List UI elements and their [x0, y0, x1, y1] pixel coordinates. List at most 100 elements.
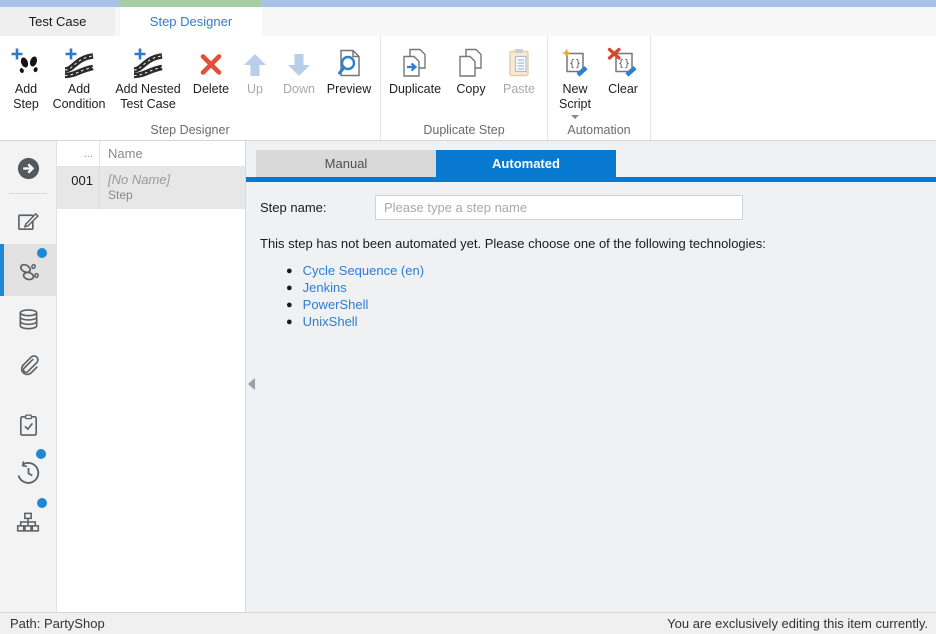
column-header-number[interactable]: ... — [57, 141, 100, 166]
step-row[interactable]: 001 [No Name] Step — [57, 167, 245, 209]
step-name-label: Step name: — [260, 200, 375, 215]
delete-button[interactable]: Delete — [189, 43, 233, 97]
clear-script-button[interactable]: {} Clear — [601, 43, 645, 97]
history-notification-dot — [36, 449, 46, 459]
ribbon-group-automation: {} New Script {} — [548, 36, 651, 140]
copy-button[interactable]: Copy — [448, 43, 494, 97]
link-powershell[interactable]: PowerShell — [303, 297, 369, 312]
add-condition-button[interactable]: Add Condition — [51, 43, 107, 113]
up-label: Up — [247, 82, 263, 97]
ribbon-group-label-step-designer: Step Designer — [0, 123, 380, 137]
delete-icon — [196, 43, 226, 79]
ribbon-group-label-duplicate-step: Duplicate Step — [381, 123, 547, 137]
down-label: Down — [283, 82, 315, 97]
document-tab-bar: Test Case Step Designer — [0, 0, 936, 36]
tab-manual[interactable]: Manual — [256, 150, 436, 177]
collapse-panel-handle[interactable] — [248, 378, 255, 390]
rail-item-attachments[interactable] — [0, 342, 56, 388]
preview-icon — [333, 43, 365, 79]
test-data-icon — [16, 307, 41, 332]
hierarchy-icon — [15, 510, 41, 536]
ribbon-group-step-designer: Add Step Add Condition — [0, 36, 381, 140]
duplicate-label: Duplicate — [389, 82, 441, 97]
delete-label: Delete — [193, 82, 229, 97]
technology-list: ● Cycle Sequence (en) ● Jenkins ● PowerS… — [286, 262, 936, 330]
rail-item-history[interactable] — [0, 448, 56, 498]
copy-label: Copy — [456, 82, 485, 97]
detail-tab-bar: Manual Automated — [246, 141, 936, 177]
paste-icon — [503, 43, 535, 79]
app-window: Test Case Step Designer Add Step — [0, 0, 936, 634]
bullet-icon: ● — [286, 265, 293, 277]
rail-item-edit[interactable] — [0, 198, 56, 244]
technology-list-item: ● Cycle Sequence (en) — [286, 262, 936, 279]
link-unixshell[interactable]: UnixShell — [303, 314, 358, 329]
step-row-number: 001 — [57, 167, 100, 209]
clear-script-icon: {} — [607, 43, 639, 79]
link-jenkins[interactable]: Jenkins — [303, 280, 347, 295]
tab-test-case[interactable]: Test Case — [0, 7, 115, 36]
technology-list-item: ● Jenkins — [286, 279, 936, 296]
duplicate-button[interactable]: Duplicate — [384, 43, 446, 97]
navigate-circle-icon — [16, 156, 41, 181]
add-step-label: Add Step — [3, 82, 49, 113]
rail-item-navigate[interactable] — [0, 147, 56, 189]
step-row-type: Step — [108, 188, 245, 202]
steps-list-panel: ... Name 001 [No Name] Step — [57, 141, 246, 612]
paste-button[interactable]: Paste — [496, 43, 542, 97]
add-step-button[interactable]: Add Step — [3, 43, 49, 113]
bullet-icon: ● — [286, 282, 293, 294]
step-name-input[interactable] — [375, 195, 743, 220]
preview-label: Preview — [327, 82, 371, 97]
column-header-name[interactable]: Name — [100, 146, 245, 161]
history-icon — [15, 460, 41, 486]
add-nested-test-case-button[interactable]: Add Nested Test Case — [109, 43, 187, 113]
down-arrow-icon — [285, 43, 313, 79]
new-script-icon: {} — [559, 43, 591, 79]
down-button[interactable]: Down — [277, 43, 321, 97]
active-tab-underline — [246, 177, 936, 182]
add-nested-test-case-icon — [131, 43, 165, 79]
tab-automated[interactable]: Automated — [436, 150, 616, 177]
automation-message: This step has not been automated yet. Pl… — [260, 236, 936, 251]
add-step-icon — [10, 43, 42, 79]
rail-item-test-data[interactable] — [0, 296, 56, 342]
steps-notification-dot — [37, 248, 47, 258]
bullet-icon: ● — [286, 299, 293, 311]
rail-separator — [9, 193, 47, 194]
svg-text:{}: {} — [569, 59, 581, 70]
link-cycle-sequence[interactable]: Cycle Sequence (en) — [303, 263, 424, 278]
add-nested-test-case-label: Add Nested Test Case — [109, 82, 187, 113]
checklist-icon — [16, 413, 41, 438]
new-script-button[interactable]: {} New Script — [551, 43, 599, 119]
active-tab-accent-bar — [120, 0, 262, 7]
copy-icon — [455, 43, 487, 79]
steps-list-header: ... Name — [57, 141, 245, 167]
add-condition-label: Add Condition — [51, 82, 107, 113]
clear-script-label: Clear — [608, 82, 638, 97]
hierarchy-notification-dot — [37, 498, 47, 508]
duplicate-icon — [399, 43, 431, 79]
up-button[interactable]: Up — [235, 43, 275, 97]
new-script-dropdown-caret[interactable] — [571, 115, 579, 119]
bullet-icon: ● — [286, 316, 293, 328]
ribbon-toolbar: Add Step Add Condition — [0, 36, 936, 141]
left-navigation-rail — [0, 141, 57, 612]
edit-icon — [16, 209, 41, 234]
tab-step-designer[interactable]: Step Designer — [120, 7, 262, 36]
step-detail-panel: Manual Automated Step name: This step ha… — [246, 141, 936, 612]
rail-item-checklist[interactable] — [0, 402, 56, 448]
steps-icon — [15, 257, 42, 284]
step-row-name: [No Name] — [108, 172, 245, 187]
rail-item-steps[interactable] — [0, 244, 56, 296]
step-name-row: Step name: — [260, 195, 936, 220]
status-bar: Path: PartyShop You are exclusively edit… — [0, 612, 936, 634]
paste-label: Paste — [503, 82, 535, 97]
add-condition-icon — [62, 43, 96, 79]
rail-item-hierarchy[interactable] — [0, 498, 56, 548]
attachment-icon — [16, 353, 41, 378]
technology-list-item: ● PowerShell — [286, 296, 936, 313]
up-arrow-icon — [241, 43, 269, 79]
preview-button[interactable]: Preview — [323, 43, 375, 97]
status-editing-notice: You are exclusively editing this item cu… — [667, 616, 928, 631]
